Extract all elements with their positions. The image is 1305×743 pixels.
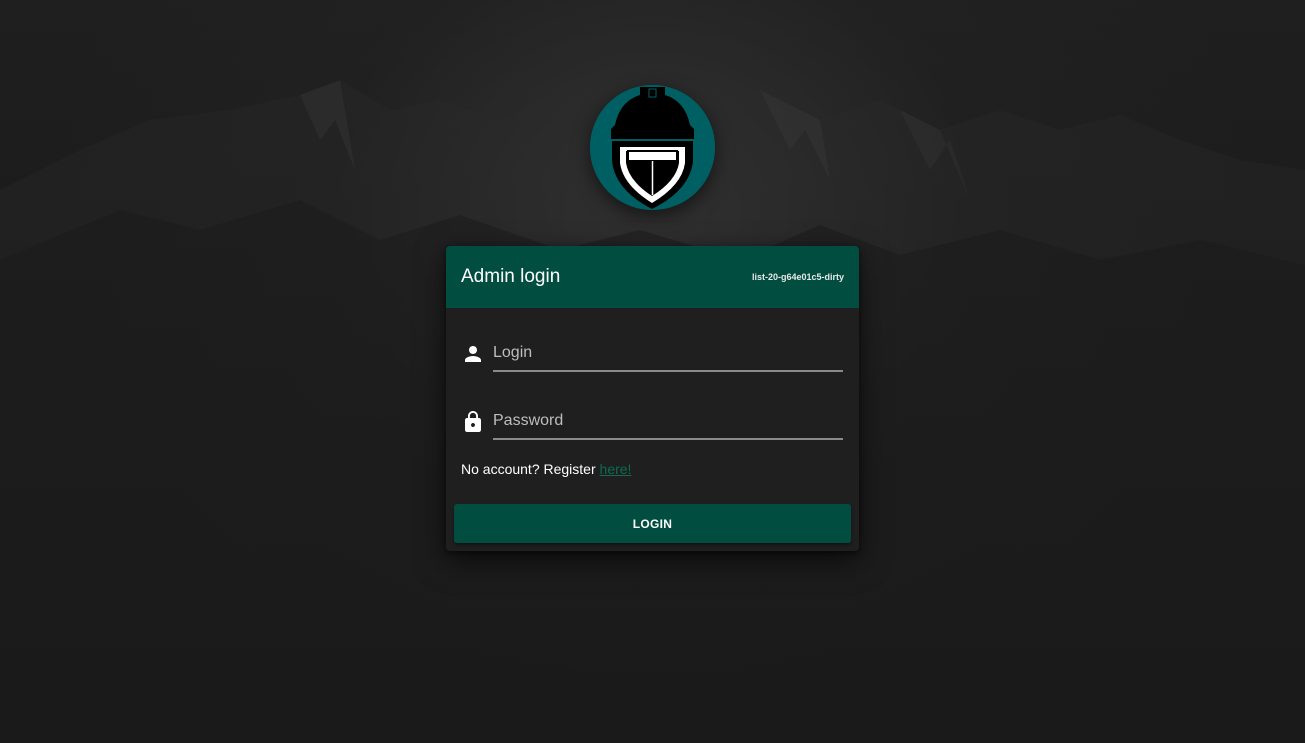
login-input[interactable] <box>493 336 843 372</box>
lock-icon <box>465 411 481 432</box>
password-input[interactable] <box>493 404 843 440</box>
password-field <box>461 404 843 444</box>
version-label: list-20-g64e01c5-dirty <box>751 272 844 282</box>
login-card: Admin login list-20-g64e01c5-dirty No ac… <box>446 246 859 551</box>
card-title: Admin login <box>461 266 561 287</box>
person-icon <box>465 346 481 362</box>
register-prompt: No account? Register here! <box>461 461 631 477</box>
card-header: Admin login list-20-g64e01c5-dirty <box>446 246 859 308</box>
login-button[interactable]: LOGIN <box>454 504 851 543</box>
login-field <box>461 336 843 376</box>
register-text: No account? Register <box>461 461 600 477</box>
helmet-shield-icon <box>590 85 715 210</box>
helmet-shield-logo <box>590 85 715 210</box>
register-link[interactable]: here! <box>600 461 632 477</box>
